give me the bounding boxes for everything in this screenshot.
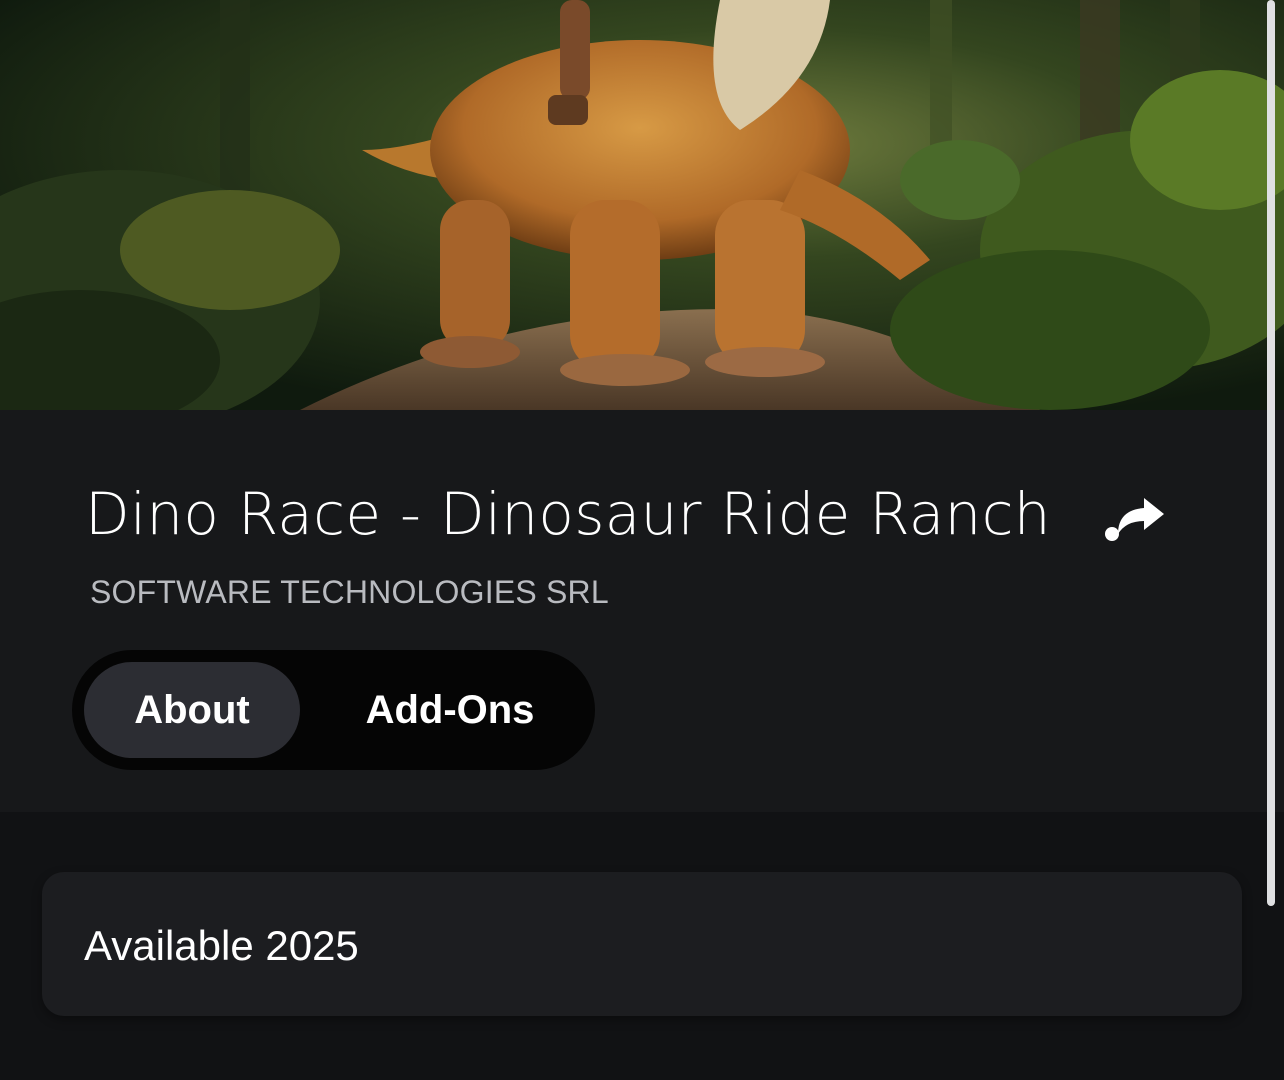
game-store-page: Dino Race - Dinosaur Ride Ranch SOFTWARE… [0,0,1284,1080]
tab-about[interactable]: About [84,662,300,758]
share-icon [1105,498,1164,541]
share-button[interactable] [1098,490,1170,550]
game-title: Dino Race - Dinosaur Ride Ranch [85,480,1051,548]
tab-add-ons[interactable]: Add-Ons [316,662,584,758]
hero-art-image [0,0,1284,410]
tab-bar: About Add-Ons [72,650,595,770]
publisher-name: SOFTWARE TECHNOLOGIES SRL [90,574,609,610]
scrollbar[interactable] [1267,0,1275,906]
availability-text: Available 2025 [84,922,359,969]
